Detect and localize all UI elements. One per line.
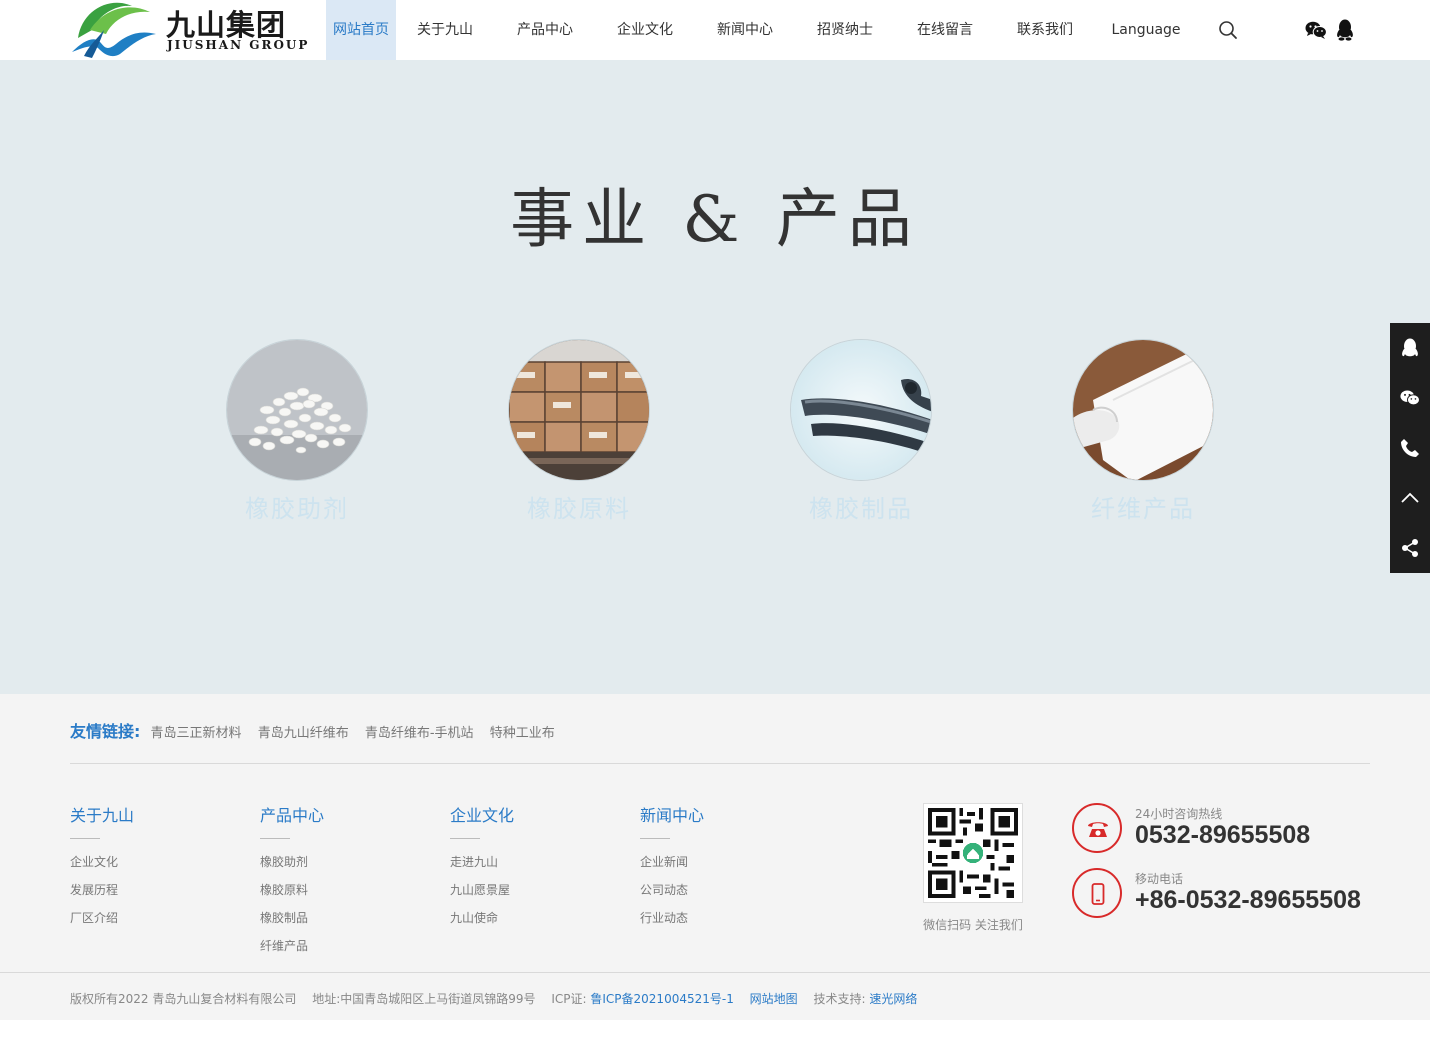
footer-link[interactable]: 橡胶制品 (260, 909, 440, 937)
nav-products[interactable]: 产品中心 (508, 0, 582, 60)
product-card-rubber-materials[interactable]: 橡胶原料 (508, 339, 650, 524)
footer-divider (70, 763, 1370, 764)
sidebar-qq[interactable] (1390, 323, 1430, 373)
footer-column-culture: 企业文化 走进九山 九山愿景屋 九山使命 (450, 802, 630, 937)
telephone-icon (1088, 822, 1108, 837)
support-link[interactable]: 速光网络 (869, 992, 917, 1006)
wechat-icon[interactable] (1305, 20, 1327, 40)
wechat-qr-code (923, 803, 1023, 903)
footer-link[interactable]: 纤维产品 (260, 937, 440, 965)
footer-link[interactable]: 厂区介绍 (70, 909, 250, 937)
contact-label: 24小时咨询热线 (1135, 807, 1223, 821)
copyright-text: 版权所有2022 青岛九山复合材料有限公司 地址:中国青岛城阳区上马街道凤锦路9… (70, 990, 917, 1007)
title-underline (260, 838, 290, 839)
footer-column-about: 关于九山 企业文化 发展历程 厂区介绍 (70, 802, 250, 937)
contact-number[interactable]: 0532-89655508 (1135, 821, 1310, 850)
footer-link[interactable]: 九山愿景屋 (450, 881, 630, 909)
nav-about[interactable]: 关于九山 (408, 0, 482, 60)
title-underline (450, 838, 480, 839)
friend-link[interactable]: 青岛纤维布-手机站 (365, 726, 474, 741)
contact-number[interactable]: +86-0532-89655508 (1135, 886, 1361, 915)
nav-news[interactable]: 新闻中心 (708, 0, 782, 60)
sitemap-link[interactable]: 网站地图 (750, 992, 798, 1006)
product-label[interactable]: 橡胶制品 (760, 489, 962, 524)
logo[interactable]: 九山集团 JIUSHAN GROUP (70, 0, 310, 60)
icp-label: ICP证: (551, 992, 587, 1006)
product-card-rubber-additives[interactable]: 橡胶助剂 (226, 339, 368, 524)
footer-link[interactable]: 发展历程 (70, 881, 250, 909)
nav-culture[interactable]: 企业文化 (608, 0, 682, 60)
sidebar-phone[interactable] (1390, 423, 1430, 473)
product-image[interactable] (508, 339, 650, 481)
title-underline (70, 838, 100, 839)
logo-mark-icon (72, 2, 156, 58)
nav-message[interactable]: 在线留言 (908, 0, 982, 60)
footer-column-products: 产品中心 橡胶助剂 橡胶原料 橡胶制品 纤维产品 (260, 802, 440, 965)
footer-link[interactable]: 橡胶助剂 (260, 853, 440, 881)
site-footer: 友情链接: 青岛三正新材料 青岛九山纤维布 青岛纤维布-手机站 特种工业布 关于… (0, 694, 1430, 1020)
product-card-fiber-products[interactable]: 纤维产品 (1072, 339, 1214, 524)
contact-icon (1072, 868, 1122, 918)
product-card-rubber-products[interactable]: 橡胶制品 (790, 339, 932, 524)
logo-text-en: JIUSHAN GROUP (167, 38, 310, 52)
copyright-bar: 版权所有2022 青岛九山复合材料有限公司 地址:中国青岛城阳区上马街道凤锦路9… (0, 972, 1430, 1020)
chevron-up-icon (1401, 492, 1419, 503)
support-label: 技术支持: (813, 992, 866, 1006)
contact-icon (1072, 803, 1122, 853)
section-title: 事业 & 产品 (510, 183, 920, 257)
product-label[interactable]: 橡胶助剂 (196, 489, 398, 524)
friend-links: 友情链接: 青岛三正新材料 青岛九山纤维布 青岛纤维布-手机站 特种工业布 (70, 718, 567, 741)
product-label[interactable]: 纤维产品 (1042, 489, 1244, 524)
friend-link[interactable]: 特种工业布 (490, 726, 555, 741)
floating-sidebar (1390, 323, 1430, 573)
footer-link[interactable]: 企业新闻 (640, 853, 820, 881)
friend-links-title: 友情链接: (70, 722, 141, 741)
qr-caption: 微信扫码 关注我们 (923, 918, 1023, 932)
product-image[interactable] (1072, 339, 1214, 481)
friend-link[interactable]: 青岛三正新材料 (151, 726, 242, 741)
footer-column-title[interactable]: 企业文化 (450, 802, 630, 826)
sidebar-wechat[interactable] (1390, 373, 1430, 423)
footer-column-news: 新闻中心 企业新闻 公司动态 行业动态 (640, 802, 820, 937)
footer-column-title[interactable]: 产品中心 (260, 802, 440, 826)
nav-language[interactable]: Language (1108, 0, 1184, 60)
qq-icon[interactable] (1336, 19, 1354, 41)
sidebar-share[interactable] (1390, 523, 1430, 573)
copyright-address: 地址:中国青岛城阳区上马街道凤锦路99号 (312, 992, 536, 1006)
nav-contact[interactable]: 联系我们 (1008, 0, 1082, 60)
search-icon[interactable] (1217, 19, 1239, 41)
mobile-phone-icon (1091, 883, 1105, 905)
icp-link[interactable]: 鲁ICP备2021004521号-1 (590, 992, 733, 1006)
nav-careers[interactable]: 招贤纳士 (808, 0, 882, 60)
product-label[interactable]: 橡胶原料 (478, 489, 680, 524)
footer-link[interactable]: 公司动态 (640, 881, 820, 909)
friend-link[interactable]: 青岛九山纤维布 (258, 726, 349, 741)
product-image[interactable] (790, 339, 932, 481)
product-image[interactable] (226, 339, 368, 481)
footer-column-title[interactable]: 关于九山 (70, 802, 250, 826)
phone-icon (1401, 439, 1419, 457)
footer-link[interactable]: 企业文化 (70, 853, 250, 881)
share-icon (1402, 539, 1418, 557)
wechat-icon (1400, 390, 1420, 406)
footer-link[interactable]: 走进九山 (450, 853, 630, 881)
products-section: 事业 & 产品 橡胶助剂 橡胶原料 橡胶制品 纤维产品 (0, 60, 1430, 694)
nav-home[interactable]: 网站首页 (326, 0, 396, 60)
sidebar-back-to-top[interactable] (1390, 473, 1430, 523)
copyright-owner: 版权所有2022 青岛九山复合材料有限公司 (70, 992, 297, 1006)
contact-label: 移动电话 (1135, 872, 1184, 886)
qq-icon (1402, 338, 1418, 357)
footer-link[interactable]: 行业动态 (640, 909, 820, 937)
site-header: 九山集团 JIUSHAN GROUP 网站首页 关于九山 产品中心 企业文化 新… (0, 0, 1430, 60)
footer-link[interactable]: 九山使命 (450, 909, 630, 937)
footer-column-title[interactable]: 新闻中心 (640, 802, 820, 826)
footer-link[interactable]: 橡胶原料 (260, 881, 440, 909)
title-underline (640, 838, 670, 839)
